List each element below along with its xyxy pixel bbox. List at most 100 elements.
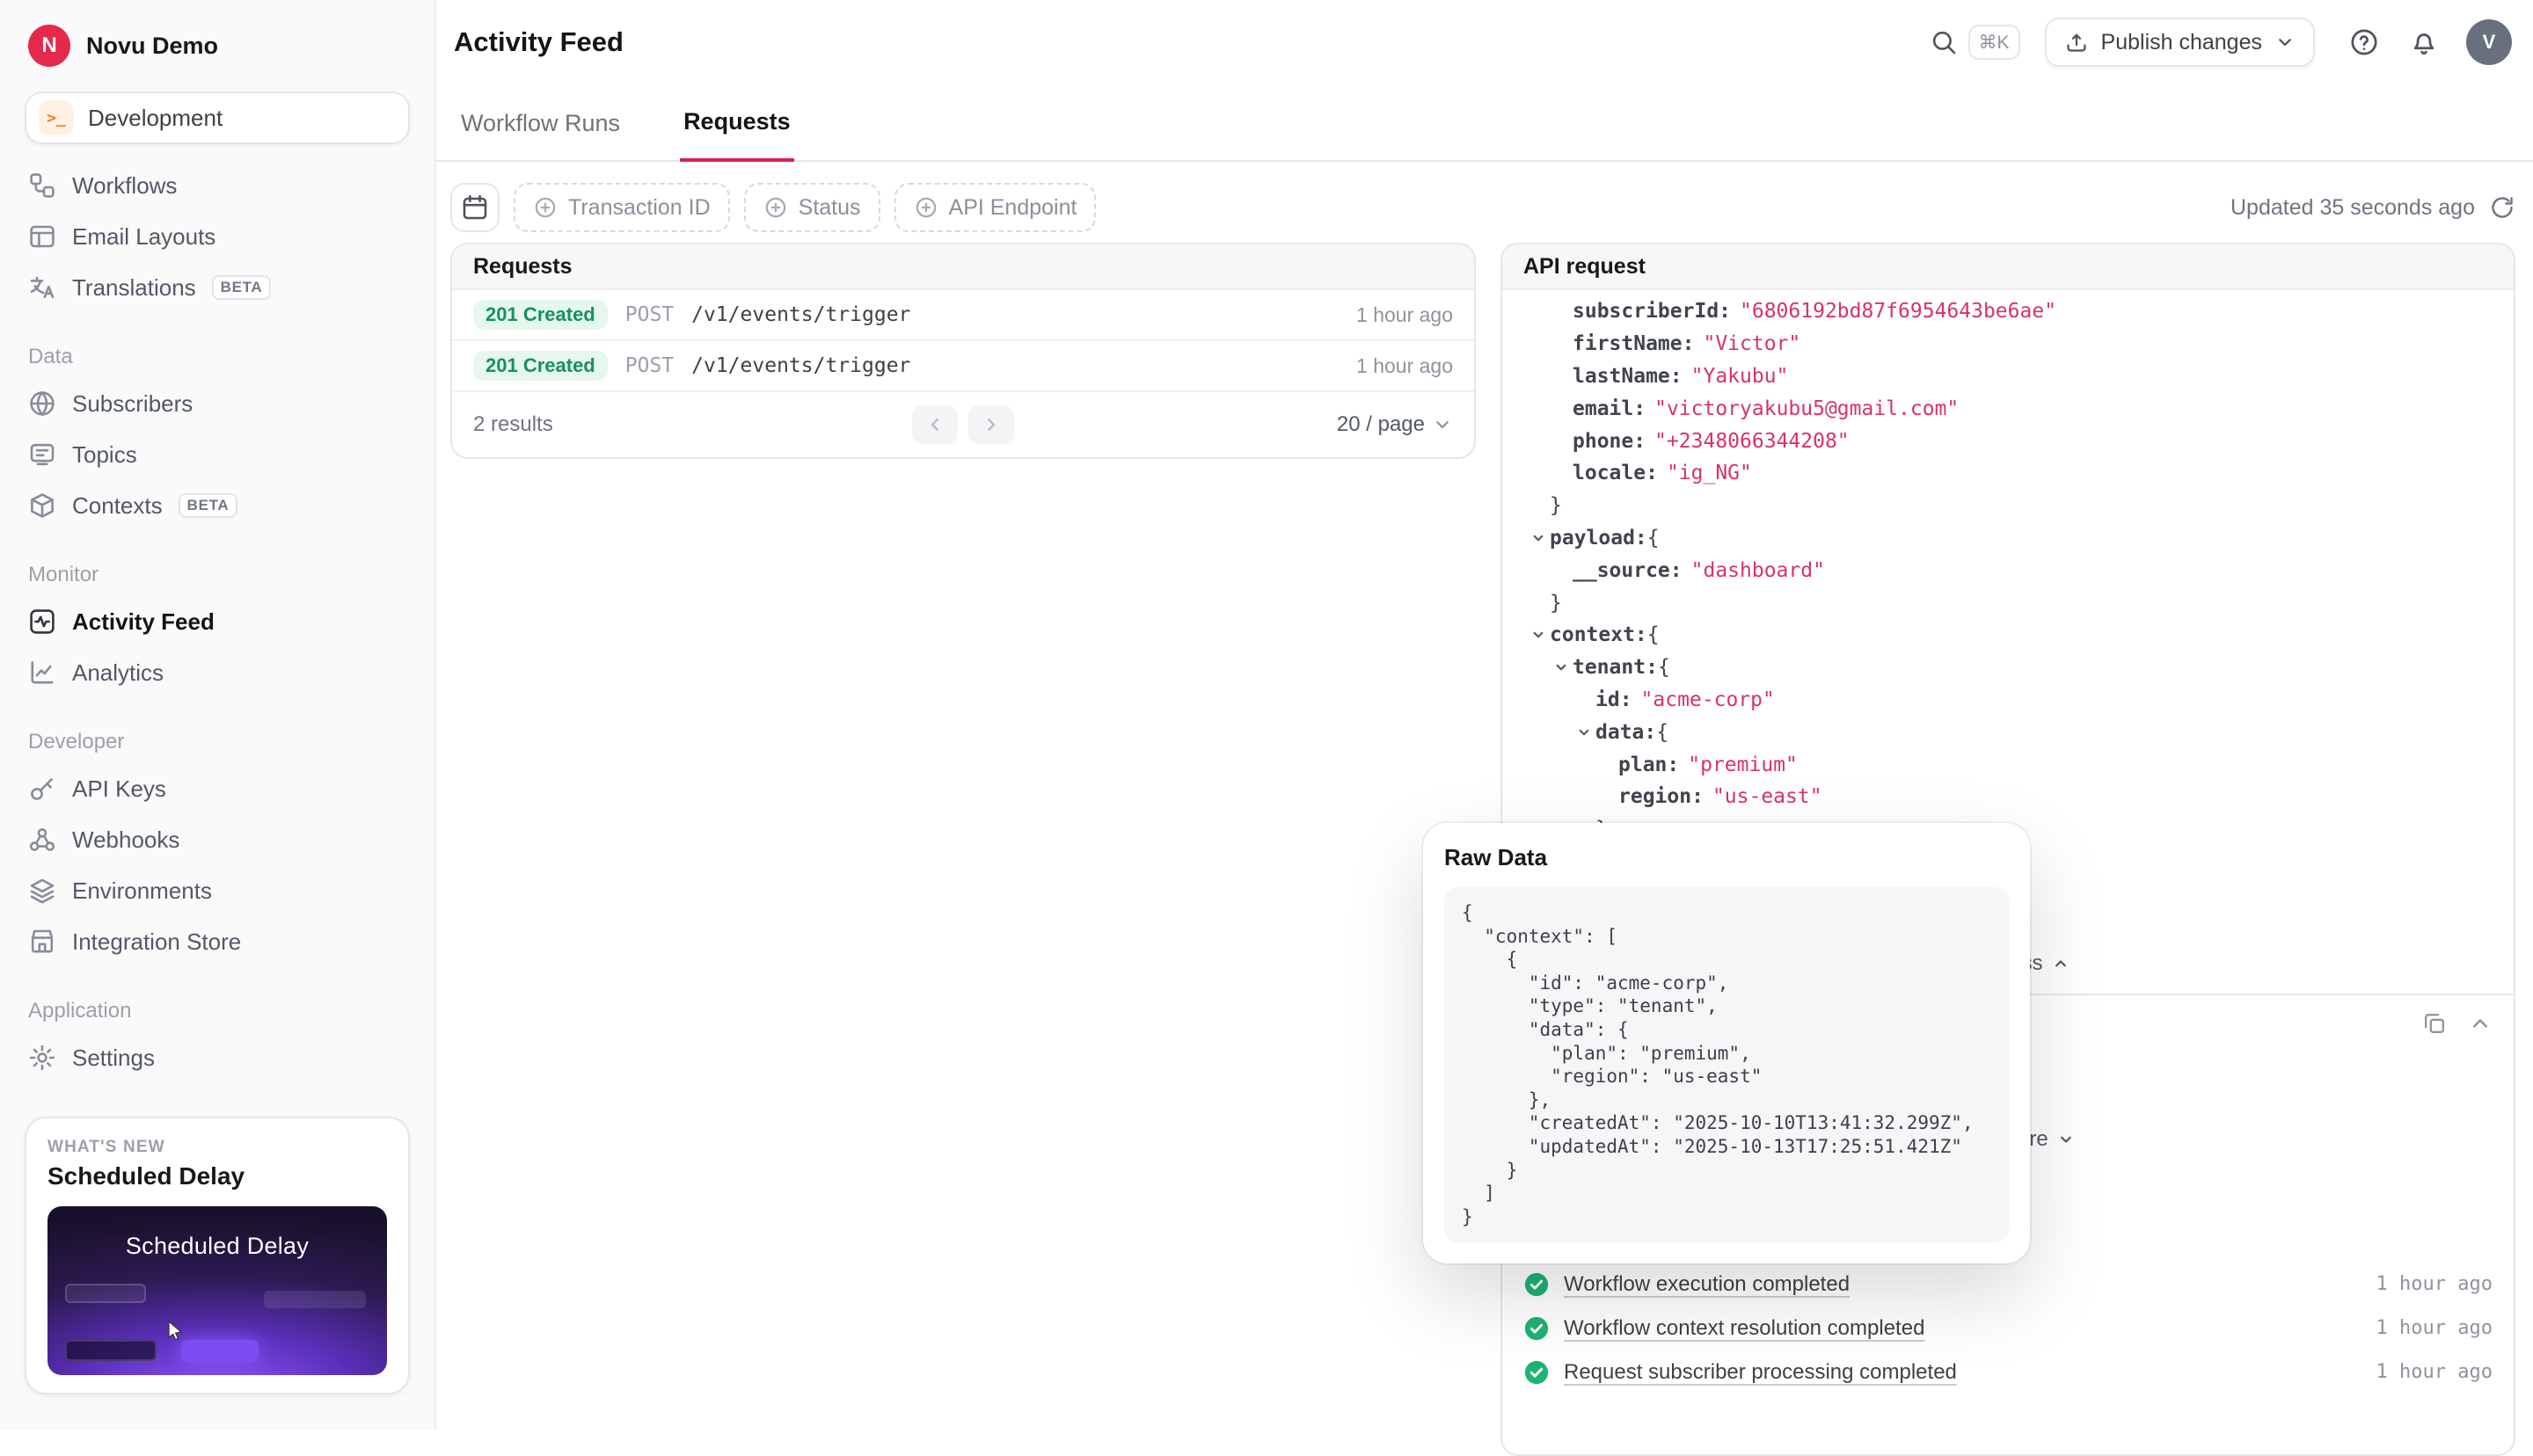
settings-icon: [28, 1044, 56, 1072]
thumbnail-decor: [264, 1291, 366, 1308]
status-badge: 201 Created: [473, 300, 608, 330]
json-brace: {: [1647, 527, 1660, 550]
sidebar-item-translations[interactable]: Translations BETA: [0, 262, 434, 313]
sidebar-item-contexts[interactable]: ContextsBETA: [0, 480, 434, 531]
page-size-select[interactable]: 20 / page: [1337, 412, 1453, 437]
thumbnail-decor: [181, 1340, 259, 1361]
json-line: __source:"dashboard": [1502, 554, 2514, 586]
beta-badge: BETA: [179, 493, 238, 518]
whats-new-card[interactable]: WHAT'S NEW Scheduled Delay Scheduled Del…: [25, 1117, 410, 1394]
json-line: id:"acme-corp": [1502, 684, 2514, 717]
whats-new-title: Scheduled Delay: [47, 1162, 387, 1190]
workspace-switcher[interactable]: N Novu Demo: [0, 0, 434, 81]
sidebar-item-label: Webhooks: [72, 826, 179, 854]
date-filter-button[interactable]: [450, 183, 500, 232]
chevron-down-icon[interactable]: [1527, 627, 1550, 643]
filter-chip-api-endpoint[interactable]: API Endpoint: [894, 183, 1097, 232]
json-key: __source:: [1573, 559, 1683, 582]
json-value: "6806192bd87f6954643be6ae": [1740, 300, 2056, 323]
sidebar-item-workflows[interactable]: Workflows: [0, 160, 434, 211]
sidebar-item-settings[interactable]: Settings: [0, 1032, 434, 1083]
table-row[interactable]: 201 CreatedPOST/v1/events/trigger1 hour …: [452, 341, 1474, 392]
sidebar-item-activity-feed[interactable]: Activity Feed: [0, 596, 434, 647]
json-brace: {: [1656, 721, 1668, 744]
filter-chip-status[interactable]: Status: [744, 183, 880, 232]
environments-icon: [28, 877, 56, 905]
search-button[interactable]: ⌘K: [1930, 25, 2020, 60]
refresh-icon: [2489, 194, 2515, 221]
chevron-down-icon[interactable]: [1573, 724, 1595, 740]
analytics-icon: [28, 659, 56, 687]
log-row: Workflow context resolution completed1 h…: [1502, 1307, 2514, 1350]
sidebar-item-email-layouts[interactable]: Email Layouts: [0, 211, 434, 262]
help-button[interactable]: [2340, 18, 2389, 67]
tab-requests[interactable]: Requests: [680, 108, 794, 162]
chevron-left-icon: [924, 414, 945, 435]
raw-data-code: { "context": [ { "id": "acme-corp", "typ…: [1444, 887, 2009, 1242]
publish-label: Publish changes: [2101, 30, 2262, 55]
sidebar-item-label: API Keys: [72, 775, 166, 803]
next-page-button[interactable]: [968, 405, 1014, 444]
search-shortcut: ⌘K: [1968, 25, 2020, 60]
requests-panel: Requests 201 CreatedPOST/v1/events/trigg…: [450, 243, 1476, 459]
refresh-button[interactable]: [2489, 194, 2515, 221]
beta-badge: BETA: [212, 275, 272, 300]
log-link[interactable]: Request subscriber processing completed: [1564, 1360, 1957, 1385]
json-line: lastName:"Yakubu": [1502, 360, 2514, 393]
json-value: "premium": [1688, 753, 1798, 776]
workflows-icon: [28, 171, 56, 200]
sidebar-item-api-keys[interactable]: API Keys: [0, 763, 434, 814]
json-key: lastName:: [1573, 365, 1683, 388]
api-request-panel-title: API request: [1502, 244, 2514, 290]
log-link[interactable]: Workflow execution completed: [1564, 1272, 1850, 1297]
sidebar-item-label: Analytics: [72, 659, 164, 687]
json-key: payload:: [1550, 527, 1647, 550]
sidebar-item-integration-store[interactable]: Integration Store: [0, 916, 434, 967]
user-avatar[interactable]: V: [2466, 19, 2512, 65]
request-time: 1 hour ago: [1356, 303, 1453, 327]
json-key: data:: [1595, 721, 1656, 744]
whats-new-thumbnail[interactable]: Scheduled Delay: [47, 1206, 387, 1375]
copy-button[interactable]: [2422, 1011, 2447, 1036]
page-title: Activity Feed: [454, 26, 624, 58]
json-line: subscriberId:"6806192bd87f6954643be6ae": [1502, 295, 2514, 328]
json-value: "victoryakubu5@gmail.com": [1654, 397, 1959, 420]
status-badge: 201 Created: [473, 351, 608, 381]
environment-switcher[interactable]: >_ Development: [25, 91, 410, 144]
sidebar-item-subscribers[interactable]: Subscribers: [0, 378, 434, 429]
json-line: plan:"premium": [1502, 748, 2514, 781]
sidebar-item-analytics[interactable]: Analytics: [0, 647, 434, 698]
sidebar-item-label: Activity Feed: [72, 608, 215, 636]
prev-page-button[interactable]: [912, 405, 958, 444]
sidebar-item-topics[interactable]: Topics: [0, 429, 434, 480]
sidebar-item-label: Workflows: [72, 172, 177, 200]
check-circle-icon: [1523, 1359, 1550, 1386]
log-time: 1 hour ago: [2376, 1273, 2493, 1295]
sidebar-item-environments[interactable]: Environments: [0, 865, 434, 916]
sidebar-item-webhooks[interactable]: Webhooks: [0, 814, 434, 865]
json-value: "+2348066344208": [1654, 430, 1850, 453]
filter-chips: Transaction ID Status API Endpoint: [514, 183, 1096, 232]
topics-icon: [28, 440, 56, 469]
collapse-section-button[interactable]: [2468, 1011, 2493, 1036]
chevron-down-icon[interactable]: [1527, 530, 1550, 546]
novu-logo-icon: N: [28, 25, 70, 67]
filter-bar: Transaction IDStatusAPI Endpoint Updated…: [450, 183, 2515, 232]
requests-panel-title: Requests: [452, 244, 1474, 290]
sidebar-item-label: Translations: [72, 274, 196, 302]
chevron-down-icon: [1432, 414, 1453, 435]
table-row[interactable]: 201 CreatedPOST/v1/events/trigger1 hour …: [452, 290, 1474, 341]
notifications-button[interactable]: [2399, 18, 2449, 67]
chevron-down-icon: [2274, 32, 2296, 53]
log-link[interactable]: Workflow context resolution completed: [1564, 1316, 1924, 1341]
filter-chip-label: API Endpoint: [949, 195, 1077, 221]
filter-chip-transaction-id[interactable]: Transaction ID: [514, 183, 730, 232]
plus-circle-icon: [763, 195, 788, 220]
chevron-down-icon: [2057, 1131, 2075, 1148]
chevron-down-icon[interactable]: [1550, 659, 1573, 675]
activity-feed-icon: [28, 608, 56, 636]
tab-workflow-runs[interactable]: Workflow Runs: [457, 110, 624, 160]
publish-icon: [2064, 30, 2089, 55]
publish-changes-button[interactable]: Publish changes: [2045, 18, 2315, 67]
request-time: 1 hour ago: [1356, 354, 1453, 378]
